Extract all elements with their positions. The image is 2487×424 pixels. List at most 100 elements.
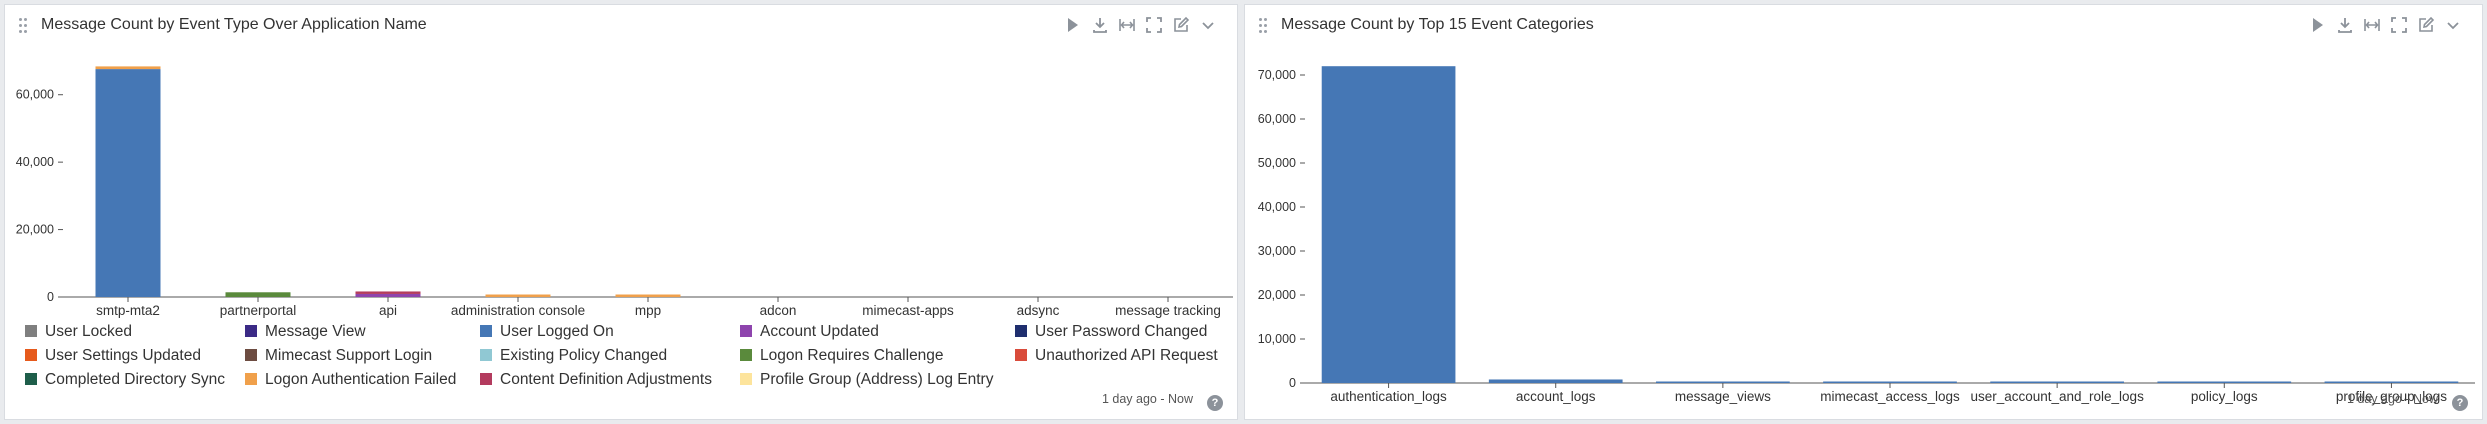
bar[interactable] [2157, 381, 2292, 384]
legend-item[interactable]: Unauthorized API Request [1015, 347, 1218, 367]
x-tick-label: smtp-mta2 [96, 303, 160, 318]
x-tick-label: authentication_logs [1330, 389, 1447, 404]
bar-segment[interactable] [615, 294, 681, 298]
bar[interactable] [1656, 381, 1790, 384]
bar[interactable] [1990, 381, 2124, 384]
legend-item[interactable]: Message View [245, 323, 366, 343]
drag-handle-icon[interactable] [1259, 18, 1269, 34]
play-icon[interactable] [1063, 15, 1083, 35]
panel-footer: 1 day ago - Now? [2347, 392, 2468, 411]
legend-item[interactable]: Existing Policy Changed [480, 347, 667, 367]
legend-swatch [740, 349, 752, 361]
bar-segment[interactable] [225, 292, 291, 297]
legend-label: Content Definition Adjustments [500, 371, 712, 388]
legend-label: Logon Authentication Failed [265, 371, 457, 388]
chart-legend: User Locked Message View User Logged On Acc… [25, 323, 1245, 395]
legend-label: User Logged On [500, 323, 614, 340]
y-tick-label: 20,000 [1258, 288, 1296, 302]
legend-swatch [1015, 325, 1027, 337]
legend-swatch [25, 349, 37, 361]
legend-label: User Settings Updated [45, 347, 201, 364]
legend-swatch [245, 373, 257, 385]
legend-label: Account Updated [760, 323, 879, 340]
x-tick-label: message tracking [1115, 303, 1221, 318]
fit-width-icon[interactable] [2362, 15, 2382, 35]
legend-label: Message View [265, 323, 366, 340]
legend-item[interactable]: User Settings Updated [25, 347, 201, 367]
panel-footer: 1 day ago - Now? [1102, 392, 1223, 411]
panel-title: Message Count by Top 15 Event Categories [1281, 16, 1594, 33]
legend-item[interactable]: User Password Changed [1015, 323, 1207, 343]
edit-icon[interactable] [1171, 15, 1191, 35]
y-tick-label: 70,000 [1258, 68, 1296, 82]
download-icon[interactable] [2335, 15, 2355, 35]
bar-segment[interactable] [95, 66, 161, 70]
fullscreen-icon[interactable] [2389, 15, 2409, 35]
time-range-label: 1 day ago - Now [2346, 392, 2438, 406]
bar[interactable] [1321, 66, 1456, 383]
y-tick-label: 20,000 [16, 223, 54, 237]
legend-swatch [25, 373, 37, 385]
x-tick-label: mimecast-apps [862, 303, 954, 318]
x-tick-label: user_account_and_role_logs [1970, 389, 2144, 404]
bar-segment[interactable] [485, 294, 551, 298]
chevron-down-icon[interactable] [2443, 15, 2463, 35]
y-tick-label: 50,000 [1258, 156, 1296, 170]
download-icon[interactable] [1090, 15, 1110, 35]
fullscreen-icon[interactable] [1144, 15, 1164, 35]
x-tick-label: mpp [635, 303, 661, 318]
fit-width-icon[interactable] [1117, 15, 1137, 35]
legend-item[interactable]: User Logged On [480, 323, 614, 343]
legend-label: Profile Group (Address) Log Entry [760, 371, 994, 388]
y-tick-label: 60,000 [16, 88, 54, 102]
drag-handle-icon[interactable] [19, 18, 29, 34]
x-tick-label: adsync [1017, 303, 1060, 318]
panel-toolbar [2308, 15, 2470, 35]
help-icon[interactable]: ? [2452, 395, 2468, 411]
edit-icon[interactable] [2416, 15, 2436, 35]
y-tick-label: 0 [47, 290, 54, 304]
stacked-bar-chart: 0 20,000 40,000 60,000 smtp-mta2 partnerporta… [16, 66, 1233, 318]
chart-panel-event-type: Message Count by Event Type Over Applica… [4, 4, 1238, 420]
legend-item[interactable]: User Locked [25, 323, 132, 343]
x-tick-label: adcon [760, 303, 797, 318]
x-tick-label: api [379, 303, 397, 318]
bar-chart: 0 10,000 20,000 30,000 40,000 50,000 60,000 70,… [1258, 66, 2475, 404]
legend-label: Logon Requires Challenge [760, 347, 944, 364]
legend-label: User Locked [45, 323, 133, 340]
legend-item[interactable]: Mimecast Support Login [245, 347, 432, 367]
x-tick-label: policy_logs [2191, 389, 2258, 404]
legend-label: Unauthorized API Request [1035, 347, 1218, 364]
bar[interactable] [1823, 381, 1957, 384]
toolbar-icons [2308, 15, 2463, 35]
legend-swatch [740, 325, 752, 337]
legend-label: Existing Policy Changed [500, 347, 668, 364]
panel-toolbar [1063, 15, 1225, 35]
bar[interactable] [2324, 381, 2459, 384]
toolbar-icons [1063, 15, 1218, 35]
legend-item[interactable]: Logon Requires Challenge [740, 347, 944, 367]
y-tick-label: 40,000 [1258, 200, 1296, 214]
panel-title: Message Count by Event Type Over Applica… [41, 16, 427, 33]
bar-segment[interactable] [95, 69, 161, 297]
legend-item[interactable]: Content Definition Adjustments [480, 371, 712, 391]
bar-segment[interactable] [355, 291, 421, 294]
legend-swatch [245, 325, 257, 337]
legend-item[interactable]: Completed Directory Sync [25, 371, 225, 391]
time-range-label: 1 day ago - Now [1101, 392, 1193, 406]
bar[interactable] [1488, 379, 1623, 383]
legend-item[interactable]: Logon Authentication Failed [245, 371, 456, 391]
legend-swatch [1015, 349, 1027, 361]
x-tick-label: mimecast_access_logs [1820, 389, 1960, 404]
legend-item[interactable]: Account Updated [740, 323, 879, 343]
chevron-down-icon[interactable] [1198, 15, 1218, 35]
y-tick-label: 30,000 [1258, 244, 1296, 258]
help-icon[interactable]: ? [1207, 395, 1223, 411]
play-icon[interactable] [2308, 15, 2328, 35]
x-tick-label: message_views [1675, 389, 1771, 404]
bar-segment[interactable] [355, 293, 421, 297]
legend-item[interactable]: Profile Group (Address) Log Entry [740, 371, 993, 391]
panel-header: Message Count by Top 15 Event Categories [1245, 5, 2482, 45]
y-tick-label: 0 [1289, 376, 1296, 390]
panel-header: Message Count by Event Type Over Applica… [5, 5, 1237, 45]
